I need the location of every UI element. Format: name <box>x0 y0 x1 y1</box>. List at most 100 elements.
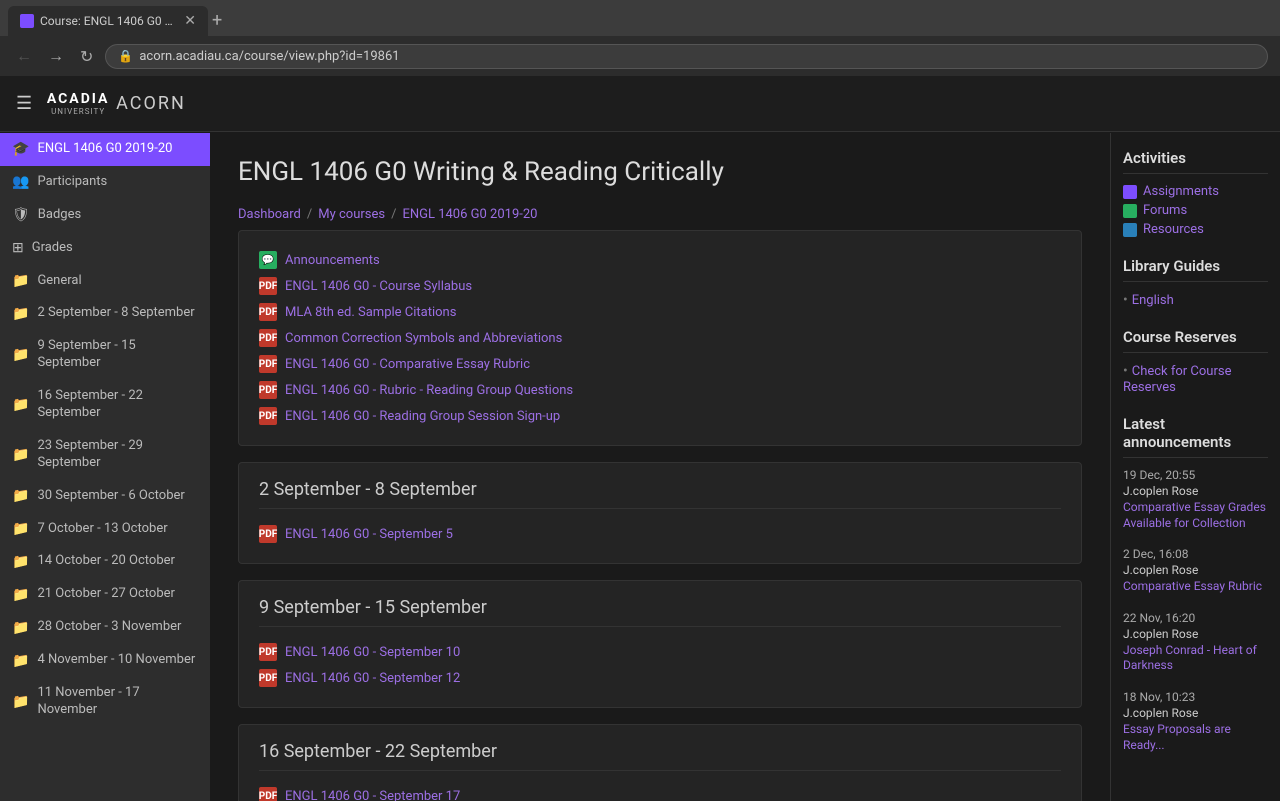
announcements-title: Latest announcements <box>1123 415 1268 458</box>
sidebar-item-label: Participants <box>37 174 107 191</box>
course-section: 2 September - 8 September PDF ENGL 1406 … <box>238 462 1082 564</box>
browser-chrome: Course: ENGL 1406 G0 Wr... ✕ + ← → ↻ 🔒 a… <box>0 0 1280 77</box>
resource-link[interactable]: ENGL 1406 G0 - September 10 <box>285 645 460 660</box>
back-button[interactable]: ← <box>12 44 36 68</box>
page-title: ENGL 1406 G0 Writing & Reading Criticall… <box>238 157 1082 187</box>
sidebar-item-label: 23 September - 29 September <box>37 438 198 472</box>
reload-button[interactable]: ↻ <box>76 45 97 68</box>
pdf-icon: PDF <box>259 669 277 687</box>
folder-icon: 📁 <box>12 620 29 636</box>
pdf-icon: PDF <box>259 303 277 321</box>
activities-section: Activities Assignments Forums Resources <box>1123 149 1268 237</box>
main-content: ENGL 1406 G0 Writing & Reading Criticall… <box>210 133 1110 801</box>
activity-link[interactable]: Assignments <box>1123 184 1268 199</box>
pdf-icon: PDF <box>259 355 277 373</box>
section-header: 9 September - 15 September <box>259 597 1061 627</box>
announcement-date: 18 Nov, 10:23 <box>1123 690 1268 704</box>
announcement-author: J.coplen Rose <box>1123 484 1268 498</box>
sidebar-item[interactable]: 📁11 November - 17 November <box>0 677 210 727</box>
url-bar[interactable]: 🔒 acorn.acadiau.ca/course/view.php?id=19… <box>105 44 1268 69</box>
breadcrumb-course[interactable]: ENGL 1406 G0 2019-20 <box>402 207 537 222</box>
activities-title: Activities <box>1123 149 1268 174</box>
activity-link[interactable]: Resources <box>1123 222 1268 237</box>
announcement-link[interactable]: Comparative Essay Grades Available for C… <box>1123 500 1268 531</box>
logo-main-text: ACADIA <box>47 91 110 107</box>
library-list: •English <box>1123 292 1268 308</box>
sidebar-item[interactable]: 📁21 October - 27 October <box>0 578 210 611</box>
resource-link[interactable]: ENGL 1406 G0 - Rubric - Reading Group Qu… <box>285 383 573 398</box>
forum-icon: 💬 <box>259 251 277 269</box>
address-bar: ← → ↻ 🔒 acorn.acadiau.ca/course/view.php… <box>0 36 1280 76</box>
folder-icon: 📁 <box>12 694 29 710</box>
folder-icon: 📁 <box>12 554 29 570</box>
sidebar-item[interactable]: 📁30 September - 6 October <box>0 480 210 513</box>
reserves-list: •Check for Course Reserves <box>1123 363 1268 395</box>
announcement-author: J.coplen Rose <box>1123 563 1268 577</box>
announcement-link[interactable]: Joseph Conrad - Heart of Darkness <box>1123 643 1268 674</box>
sidebar-item[interactable]: 📁23 September - 29 September <box>0 430 210 480</box>
reserves-link[interactable]: Check for Course Reserves <box>1123 364 1231 395</box>
breadcrumb-my-courses[interactable]: My courses <box>318 207 385 222</box>
reserves-section: Course Reserves •Check for Course Reserv… <box>1123 328 1268 395</box>
activity-label: Resources <box>1143 222 1204 237</box>
hamburger-menu-button[interactable]: ☰ <box>16 93 32 114</box>
announcement-author: J.coplen Rose <box>1123 706 1268 720</box>
library-link[interactable]: English <box>1132 293 1174 308</box>
reserves-title: Course Reserves <box>1123 328 1268 353</box>
sidebar-item-label: 16 September - 22 September <box>37 388 198 422</box>
breadcrumb-sep-1: / <box>307 207 312 222</box>
activity-link[interactable]: Forums <box>1123 203 1268 218</box>
sidebar-item[interactable]: 👥 Participants <box>0 166 210 199</box>
announcement-item: 18 Nov, 10:23 J.coplen Rose Essay Propos… <box>1123 690 1268 753</box>
announcement-link[interactable]: Comparative Essay Rubric <box>1123 579 1268 595</box>
activity-icon <box>1123 185 1137 199</box>
sidebar-item[interactable]: 📁14 October - 20 October <box>0 545 210 578</box>
pdf-icon: PDF <box>259 329 277 347</box>
section-header: 16 September - 22 September <box>259 741 1061 771</box>
sidebar-item[interactable]: 📁7 October - 13 October <box>0 513 210 546</box>
folder-icon: 📁 <box>12 488 29 504</box>
tab-close-button[interactable]: ✕ <box>184 13 196 29</box>
pdf-icon: PDF <box>259 643 277 661</box>
resource-item: PDF ENGL 1406 G0 - September 17 <box>259 783 1061 801</box>
course-section: 9 September - 15 September PDF ENGL 1406… <box>238 580 1082 708</box>
folder-icon: ⊞ <box>12 240 24 256</box>
resource-link[interactable]: ENGL 1406 G0 - September 5 <box>285 527 453 542</box>
sidebar-item[interactable]: 🛡Badges <box>0 199 210 232</box>
browser-tab[interactable]: Course: ENGL 1406 G0 Wr... ✕ <box>8 6 208 36</box>
pdf-icon: PDF <box>259 525 277 543</box>
resource-link[interactable]: ENGL 1406 G0 - September 12 <box>285 671 460 686</box>
sidebar-item[interactable]: 📁2 September - 8 September <box>0 297 210 330</box>
folder-icon: 📁 <box>12 521 29 537</box>
new-tab-button[interactable]: + <box>212 12 222 30</box>
forward-button[interactable]: → <box>44 44 68 68</box>
resource-link[interactable]: ENGL 1406 G0 - September 17 <box>285 789 460 801</box>
logo-sub-text: UNIVERSITY <box>51 107 105 116</box>
resource-link[interactable]: ENGL 1406 G0 - Reading Group Session Sig… <box>285 409 560 424</box>
resource-link[interactable]: Announcements <box>285 253 380 268</box>
sidebar-item[interactable]: 📁16 September - 22 September <box>0 380 210 430</box>
sidebar-item-label: Badges <box>38 207 81 224</box>
resource-link[interactable]: Common Correction Symbols and Abbreviati… <box>285 331 562 346</box>
resource-item: PDF ENGL 1406 G0 - September 12 <box>259 665 1061 691</box>
pdf-icon: PDF <box>259 381 277 399</box>
sidebar-item[interactable]: ⊞Grades <box>0 232 210 265</box>
resource-item: PDF ENGL 1406 G0 - Course Syllabus <box>259 273 1061 299</box>
resource-item: PDF ENGL 1406 G0 - September 5 <box>259 521 1061 547</box>
breadcrumb-dashboard[interactable]: Dashboard <box>238 207 301 222</box>
resource-link[interactable]: ENGL 1406 G0 - Course Syllabus <box>285 279 472 294</box>
sidebar-item[interactable]: 📁4 November - 10 November <box>0 644 210 677</box>
resource-link[interactable]: ENGL 1406 G0 - Comparative Essay Rubric <box>285 357 530 372</box>
announcement-link[interactable]: Essay Proposals are Ready... <box>1123 722 1268 753</box>
activity-icon <box>1123 223 1137 237</box>
sidebar-item[interactable]: 🎓ENGL 1406 G0 2019-20 <box>0 133 210 166</box>
resource-item: 💬 Announcements <box>259 247 1061 273</box>
resource-link[interactable]: MLA 8th ed. Sample Citations <box>285 305 456 320</box>
sidebar-item-label: 2 September - 8 September <box>37 305 194 322</box>
folder-icon: 👥 <box>12 174 29 190</box>
sections-container: 💬 Announcements PDF ENGL 1406 G0 - Cours… <box>238 230 1082 801</box>
sidebar-item[interactable]: 📁General <box>0 265 210 298</box>
sidebar-item[interactable]: 📁9 September - 15 September <box>0 330 210 380</box>
sidebar-item[interactable]: 📁28 October - 3 November <box>0 611 210 644</box>
resource-item: PDF MLA 8th ed. Sample Citations <box>259 299 1061 325</box>
